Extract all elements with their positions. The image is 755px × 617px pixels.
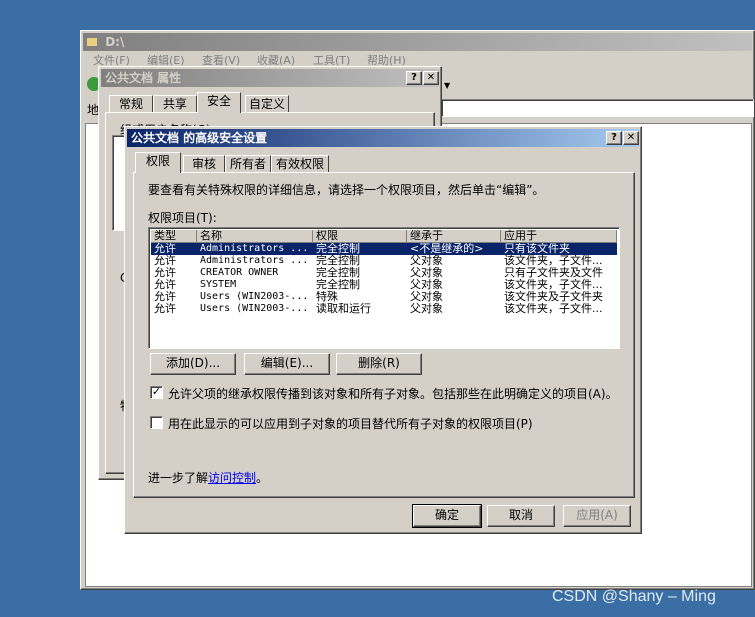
list-header: 类型 名称 权限 继承于 应用于 xyxy=(151,230,617,243)
close-button[interactable]: ✕ xyxy=(423,71,439,85)
folder-icon xyxy=(87,38,97,46)
column-header-type[interactable]: 类型 xyxy=(151,230,197,243)
column-header-name[interactable]: 名称 xyxy=(197,230,313,243)
add-button[interactable]: 添加(D)... xyxy=(150,353,236,375)
column-header-permission[interactable]: 权限 xyxy=(313,230,407,243)
advanced-title: 公共文档 的高级安全设置 xyxy=(131,131,268,145)
dropdown-arrow-icon[interactable]: ▼ xyxy=(444,81,450,90)
properties-titlebar: 公共文档 属性 xyxy=(101,69,439,87)
table-row[interactable]: 允许 Administrators ... 完全控制 父对象 该文件夹，子文件.… xyxy=(151,255,617,267)
table-row[interactable]: 允许 CREATOR OWNER 完全控制 父对象 只有子文件夹及文件 xyxy=(151,267,617,279)
permission-entries-label: 权限项目(T): xyxy=(148,211,217,225)
watermark: CSDN @Shany – Ming xyxy=(552,588,716,605)
access-control-link[interactable]: 访问控制 xyxy=(208,471,256,485)
table-row[interactable]: 允许 SYSTEM 完全控制 父对象 该文件夹，子文件... xyxy=(151,279,617,291)
advanced-titlebar: 公共文档 的高级安全设置 xyxy=(127,129,639,147)
permissions-tab-panel: 要查看有关特殊权限的详细信息，请选择一个权限项目，然后单击“编辑”。 权限项目(… xyxy=(133,172,635,498)
tab-owner[interactable]: 所有者 xyxy=(225,155,271,173)
learn-more-prefix: 进一步了解 xyxy=(148,471,209,485)
table-row[interactable]: 允许 Users (WIN2003-... 特殊 父对象 该文件夹及子文件夹 xyxy=(151,291,617,303)
tab-custom[interactable]: 自定义 xyxy=(245,95,289,113)
column-header-inherited-from[interactable]: 继承于 xyxy=(407,230,501,243)
intro-text: 要查看有关特殊权限的详细信息，请选择一个权限项目，然后单击“编辑”。 xyxy=(148,183,545,197)
tab-permissions[interactable]: 权限 xyxy=(135,152,181,173)
list-rows: 允许 Administrators ... 完全控制 <不是继承的> 只有该文件… xyxy=(151,243,617,343)
replace-permissions-checkbox[interactable] xyxy=(150,416,163,429)
advanced-security-dialog: 公共文档 的高级安全设置 ? ✕ 权限 审核 所有者 有效权限 要查看有关特殊权… xyxy=(124,126,642,534)
table-row[interactable]: 允许 Administrators ... 完全控制 <不是继承的> 只有该文件… xyxy=(151,243,617,255)
properties-title: 公共文档 属性 xyxy=(105,71,182,85)
learn-more-text: 进一步了解访问控制。 xyxy=(148,469,268,486)
help-button[interactable]: ? xyxy=(606,131,622,145)
tab-effective-permissions[interactable]: 有效权限 xyxy=(271,155,329,173)
permission-entries-list[interactable]: 类型 名称 权限 继承于 应用于 允许 Administrators ... 完… xyxy=(148,227,620,349)
tab-general[interactable]: 常规 xyxy=(109,95,153,113)
column-header-apply-to[interactable]: 应用于 xyxy=(501,230,617,243)
ok-button[interactable]: 确定 xyxy=(412,504,482,528)
table-row[interactable]: 允许 Users (WIN2003-... 读取和运行 父对象 该文件夹，子文件… xyxy=(151,303,617,315)
close-button[interactable]: ✕ xyxy=(623,131,639,145)
learn-more-suffix: 。 xyxy=(256,471,269,485)
tab-security[interactable]: 安全 xyxy=(197,92,241,113)
tab-sharing[interactable]: 共享 xyxy=(153,95,197,113)
explorer-title: D:\ xyxy=(105,35,125,49)
inherit-permissions-checkbox[interactable]: ✓ xyxy=(150,386,163,399)
inherit-permissions-label: 允许父项的继承权限传播到该对象和所有子对象。包括那些在此明确定义的项目(A)。 xyxy=(168,387,618,401)
edit-button[interactable]: 编辑(E)... xyxy=(244,353,330,375)
replace-permissions-label: 用在此显示的可以应用到子对象的项目替代所有子对象的权限项目(P) xyxy=(168,417,533,431)
explorer-titlebar: D:\ xyxy=(83,33,752,51)
address-field[interactable] xyxy=(441,99,754,117)
delete-button[interactable]: 删除(R) xyxy=(336,353,422,375)
help-button[interactable]: ? xyxy=(406,71,422,85)
tab-auditing[interactable]: 审核 xyxy=(183,155,225,173)
cancel-button[interactable]: 取消 xyxy=(487,505,555,527)
apply-button[interactable]: 应用(A) xyxy=(563,505,631,527)
